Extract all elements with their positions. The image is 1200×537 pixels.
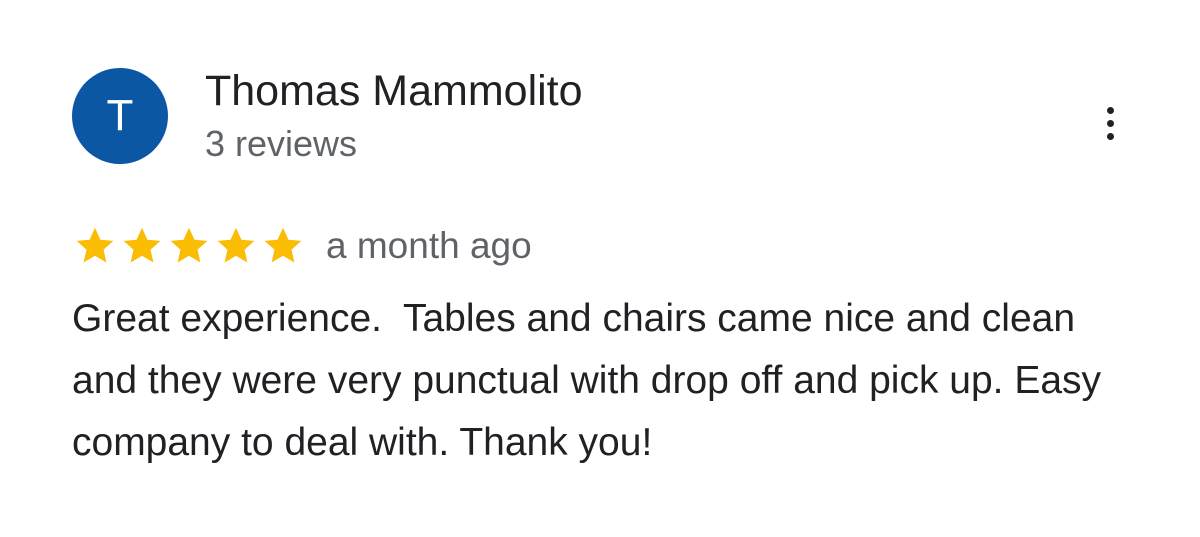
avatar-letter: T bbox=[106, 91, 134, 140]
more-options-button[interactable] bbox=[1088, 98, 1132, 148]
rating-row: a month ago bbox=[74, 222, 532, 270]
star-icon bbox=[217, 227, 255, 263]
review-count[interactable]: 3 reviews bbox=[205, 122, 357, 166]
review-date: a month ago bbox=[326, 225, 532, 266]
star-icon bbox=[264, 227, 302, 263]
avatar[interactable]: T bbox=[72, 68, 168, 164]
review-text: Great experience. Tables and chairs came… bbox=[72, 297, 1112, 464]
reviewer-name[interactable]: Thomas Mammolito bbox=[205, 66, 583, 116]
star-icon bbox=[123, 227, 161, 263]
star-rating bbox=[74, 225, 304, 267]
more-vert-icon bbox=[1106, 106, 1114, 140]
star-icon bbox=[76, 227, 114, 263]
star-icon bbox=[170, 227, 208, 263]
